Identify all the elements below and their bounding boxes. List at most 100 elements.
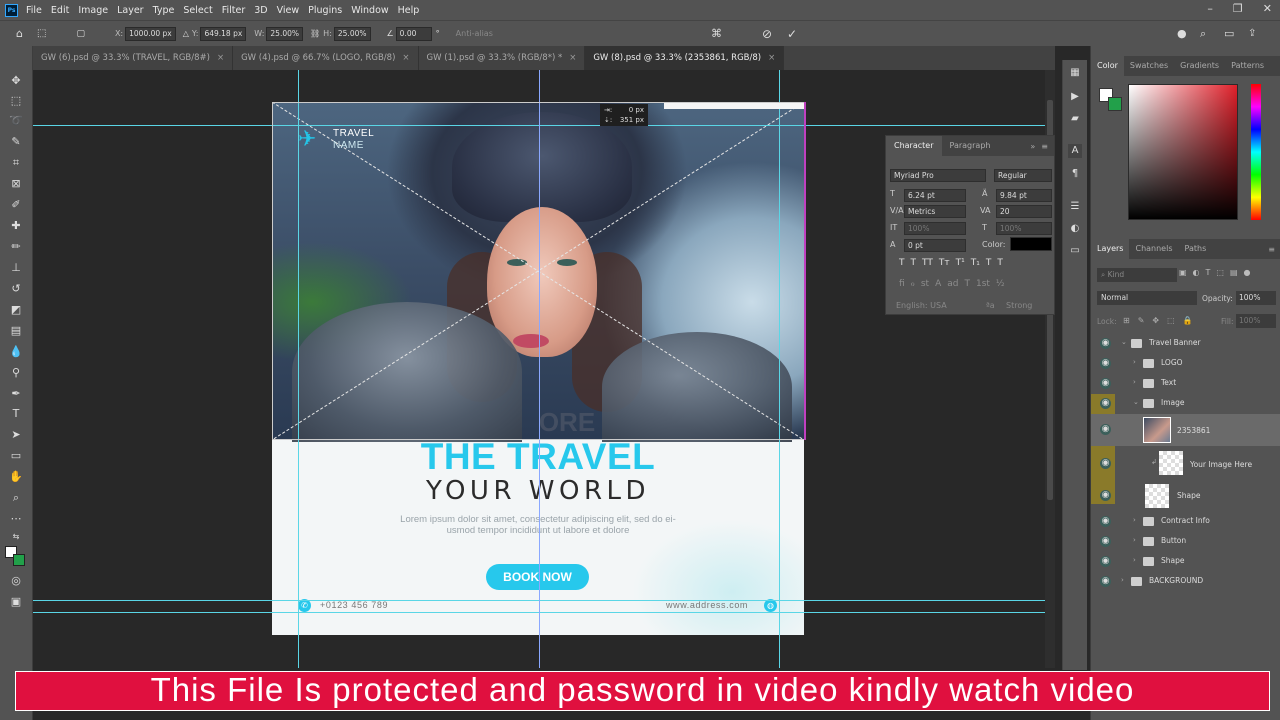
actions-icon[interactable]: ▶ <box>1068 90 1082 104</box>
crop-tool-icon[interactable]: ⌗ <box>9 156 23 170</box>
layer-filter-icons[interactable]: ▣◐T⬚▤● <box>1179 268 1257 277</box>
opacity-field[interactable]: 100% <box>1236 291 1276 305</box>
menu-layer[interactable]: Layer <box>117 5 144 16</box>
layer-group-row[interactable]: ◉ › Button <box>1091 532 1280 552</box>
history-icon[interactable]: ▦ <box>1068 66 1082 80</box>
font-family-select[interactable]: Myriad Pro <box>890 169 986 182</box>
marquee-tool-icon[interactable]: ⬚ <box>9 94 23 108</box>
gradient-tool-icon[interactable]: ▤ <box>9 324 23 338</box>
text-color-swatch[interactable] <box>1010 237 1052 251</box>
cancel-transform-icon[interactable]: ⊘ <box>762 27 772 41</box>
home-icon[interactable]: ⌂ <box>16 27 23 40</box>
background-color-swatch[interactable] <box>13 554 25 566</box>
properties-icon[interactable]: ☰ <box>1068 200 1082 214</box>
discretionary-ligatures-button[interactable]: st <box>921 279 929 289</box>
tab-layers[interactable]: Layers <box>1091 239 1130 259</box>
fractions-button[interactable]: ½ <box>996 279 1005 289</box>
menu-select[interactable]: Select <box>183 5 212 16</box>
font-size-field[interactable]: 6.24 pt <box>904 189 966 202</box>
menu-edit[interactable]: Edit <box>51 5 69 16</box>
quick-select-tool-icon[interactable]: ✎ <box>9 135 23 149</box>
faux-italic-button[interactable]: T <box>911 258 917 268</box>
expand-arrow-icon[interactable]: › <box>1133 556 1136 564</box>
layer-group-row[interactable]: ◉ › LOGO <box>1091 354 1280 374</box>
angle-field[interactable]: 0.00 <box>395 26 432 41</box>
antialias-select[interactable]: Strong <box>1006 301 1032 310</box>
visibility-eye-icon[interactable]: ◉ <box>1100 398 1111 409</box>
expand-arrow-icon[interactable]: › <box>1121 576 1124 584</box>
strikethrough-button[interactable]: T <box>997 258 1003 268</box>
x-field[interactable]: 1000.00 px <box>125 26 176 41</box>
minimize-icon[interactable]: – <box>1207 2 1213 15</box>
workspace-icon[interactable]: ▭ <box>1224 27 1234 40</box>
visibility-eye-icon[interactable]: ◉ <box>1100 424 1111 435</box>
hue-slider[interactable] <box>1251 84 1261 220</box>
menu-3d[interactable]: 3D <box>254 5 267 16</box>
layer-group-row[interactable]: ◉ ⌄ Image <box>1091 394 1280 414</box>
titling-button[interactable]: T <box>964 279 970 289</box>
panel-menu-icon[interactable]: ≡ <box>1041 142 1048 151</box>
width-field[interactable]: 25.00% <box>266 26 304 41</box>
collapse-icon[interactable]: » <box>1030 142 1035 151</box>
tab-patterns[interactable]: Patterns <box>1225 56 1270 76</box>
stamp-tool-icon[interactable]: ⊥ <box>9 261 23 275</box>
y-field[interactable]: 649.18 px <box>200 26 247 41</box>
paragraph-panel-icon[interactable]: ¶ <box>1068 167 1082 181</box>
kerning-select[interactable]: Metrics <box>904 205 966 218</box>
frame-tool-icon[interactable]: ⊠ <box>9 177 23 191</box>
layer-group-row[interactable]: ◉ › Text <box>1091 374 1280 394</box>
swash-button[interactable]: A <box>935 279 941 289</box>
move-tool-icon[interactable]: ✥ <box>9 74 23 88</box>
menu-plugins[interactable]: Plugins <box>308 5 342 16</box>
layer-filter-kind[interactable]: ⌕ Kind <box>1097 268 1177 282</box>
doc-tab[interactable]: GW (4).psd @ 66.7% (LOGO, RGB/8) × <box>233 46 419 70</box>
expand-arrow-icon[interactable]: › <box>1133 516 1136 524</box>
expand-arrow-icon[interactable]: › <box>1133 358 1136 366</box>
tab-character[interactable]: Character <box>886 136 942 156</box>
menu-image[interactable]: Image <box>78 5 108 16</box>
vertical-scale-field[interactable]: 100% <box>904 222 966 235</box>
visibility-eye-icon[interactable]: ◉ <box>1100 536 1111 547</box>
menu-file[interactable]: File <box>26 5 42 16</box>
tab-paths[interactable]: Paths <box>1179 239 1213 259</box>
subscript-button[interactable]: T₁ <box>971 258 980 268</box>
tab-gradients[interactable]: Gradients <box>1174 56 1225 76</box>
small-caps-button[interactable]: Tт <box>939 258 950 268</box>
underline-button[interactable]: T <box>986 258 992 268</box>
menu-view[interactable]: View <box>277 5 300 16</box>
character-panel-icon[interactable]: A <box>1068 144 1082 158</box>
layer-row[interactable]: ◉ ↲ Your Image Here <box>1091 448 1280 480</box>
visibility-eye-icon[interactable]: ◉ <box>1100 458 1111 469</box>
close-tab-icon[interactable]: × <box>768 53 775 63</box>
visibility-eye-icon[interactable]: ◉ <box>1100 576 1111 587</box>
hand-tool-icon[interactable]: ✋ <box>9 470 23 484</box>
visibility-eye-icon[interactable]: ◉ <box>1100 490 1111 501</box>
panel-menu-icon[interactable]: ≡ <box>1268 245 1275 254</box>
reference-point-icon[interactable]: ▢ <box>76 29 85 39</box>
blur-tool-icon[interactable]: 💧 <box>9 345 23 359</box>
background-color-swatch[interactable] <box>1108 97 1122 111</box>
faux-bold-button[interactable]: T <box>899 258 905 268</box>
user-icon[interactable]: ● <box>1177 27 1187 40</box>
book-now-button[interactable]: BOOK NOW <box>486 564 589 590</box>
ligatures-button[interactable]: fi <box>899 279 905 289</box>
menu-window[interactable]: Window <box>351 5 388 16</box>
font-style-select[interactable]: Regular <box>994 169 1052 182</box>
layer-row[interactable]: ◉ Shape <box>1091 482 1280 510</box>
history-brush-icon[interactable]: ↺ <box>9 282 23 296</box>
swap-colors-icon[interactable]: ⇆ <box>9 530 23 544</box>
antialias-label[interactable]: Anti-alias <box>456 29 493 38</box>
doc-tab[interactable]: GW (1).psd @ 33.3% (RGB/8*) * × <box>418 46 586 70</box>
libraries-icon[interactable]: ▭ <box>1068 244 1082 258</box>
expand-arrow-icon[interactable]: ⌄ <box>1133 398 1139 406</box>
screen-mode-icon[interactable]: ▣ <box>9 595 23 609</box>
doc-tab[interactable]: GW (6).psd @ 33.3% (TRAVEL, RGB/8#) × <box>33 46 234 70</box>
layer-group-row[interactable]: ◉ › BACKGROUND <box>1091 572 1280 592</box>
menu-filter[interactable]: Filter <box>222 5 246 16</box>
layer-row-selected[interactable]: ◉ 2353861 <box>1091 414 1280 446</box>
transform-bounding-box[interactable] <box>272 102 806 440</box>
close-tab-icon[interactable]: × <box>402 53 409 63</box>
pen-tool-icon[interactable]: ✒ <box>9 387 23 401</box>
language-select[interactable]: English: USA <box>896 301 947 310</box>
lock-icons[interactable]: ⊞✎✥⬚🔒 <box>1123 316 1201 325</box>
